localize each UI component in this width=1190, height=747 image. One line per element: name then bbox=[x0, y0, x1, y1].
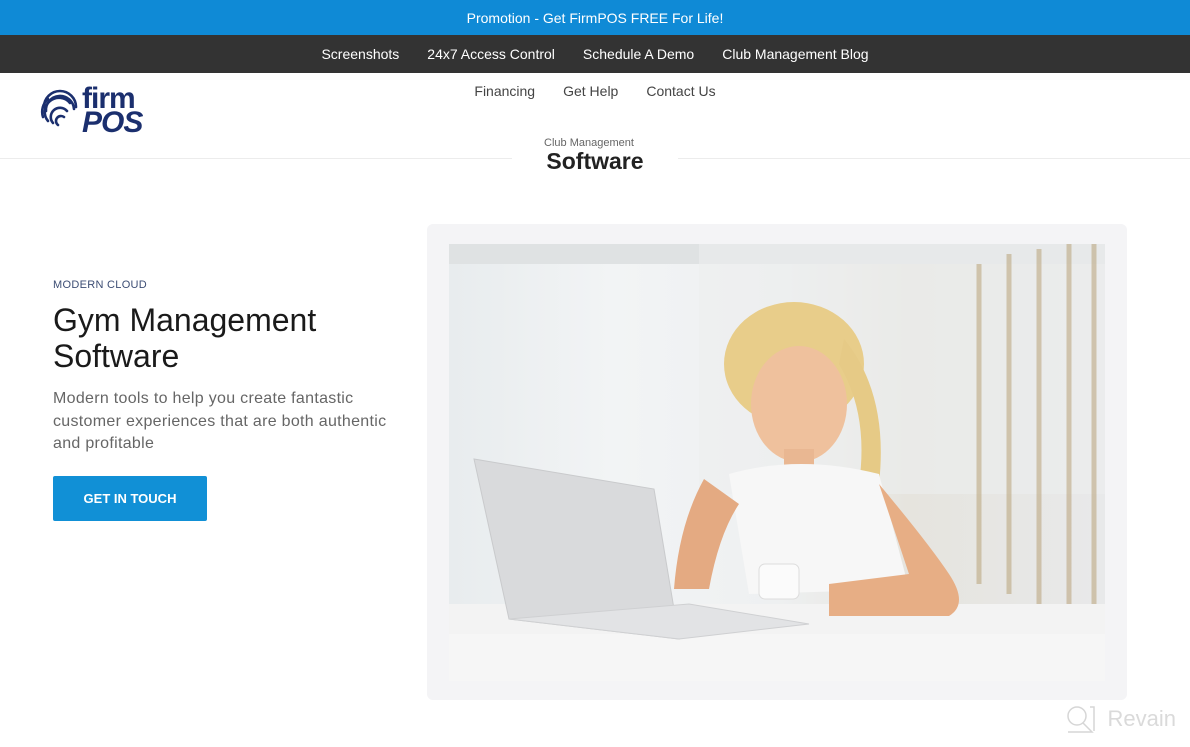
nav-contact-us[interactable]: Contact Us bbox=[632, 83, 729, 99]
hero-eyebrow: MODERN CLOUD bbox=[53, 279, 148, 291]
get-in-touch-button[interactable]: GET IN TOUCH bbox=[53, 475, 207, 521]
hero-title-line1: Gym Management bbox=[53, 302, 317, 338]
nav-get-help[interactable]: Get Help bbox=[549, 83, 632, 99]
hero-description: Modern tools to help you create fantasti… bbox=[53, 390, 387, 452]
revain-watermark: Revain bbox=[1064, 703, 1176, 735]
nav-financing[interactable]: Financing bbox=[460, 83, 549, 99]
hero-title-line2: Software bbox=[53, 338, 180, 374]
hero-section: MODERN CLOUD Gym Management Software Mod… bbox=[0, 159, 1190, 747]
top-nav: Screenshots 24x7 Access Control Schedule… bbox=[0, 35, 1190, 73]
revain-text: Revain bbox=[1107, 706, 1176, 731]
nav-screenshots[interactable]: Screenshots bbox=[307, 46, 413, 62]
hero-photo-illustration bbox=[449, 244, 1105, 681]
hero-text: MODERN CLOUD Gym Management Software Mod… bbox=[53, 279, 413, 521]
hero-photo bbox=[449, 244, 1105, 681]
logo-pos-text: POS bbox=[82, 106, 143, 139]
secondary-nav: Financing Get Help Contact Us bbox=[0, 83, 1190, 99]
revain-logo-icon bbox=[1066, 706, 1095, 733]
hero-title: Gym Management Software bbox=[53, 302, 413, 374]
site-header: firm POS Financing Get Help Contact Us C… bbox=[0, 73, 1190, 181]
nav-schedule-demo[interactable]: Schedule A Demo bbox=[569, 46, 708, 62]
nav-blog[interactable]: Club Management Blog bbox=[708, 46, 882, 62]
promo-text[interactable]: Promotion - Get FirmPOS FREE For Life! bbox=[467, 10, 724, 26]
hero-image-card bbox=[427, 224, 1127, 700]
nav-access-control[interactable]: 24x7 Access Control bbox=[413, 46, 569, 62]
promo-banner[interactable]: Promotion - Get FirmPOS FREE For Life! bbox=[0, 0, 1190, 35]
